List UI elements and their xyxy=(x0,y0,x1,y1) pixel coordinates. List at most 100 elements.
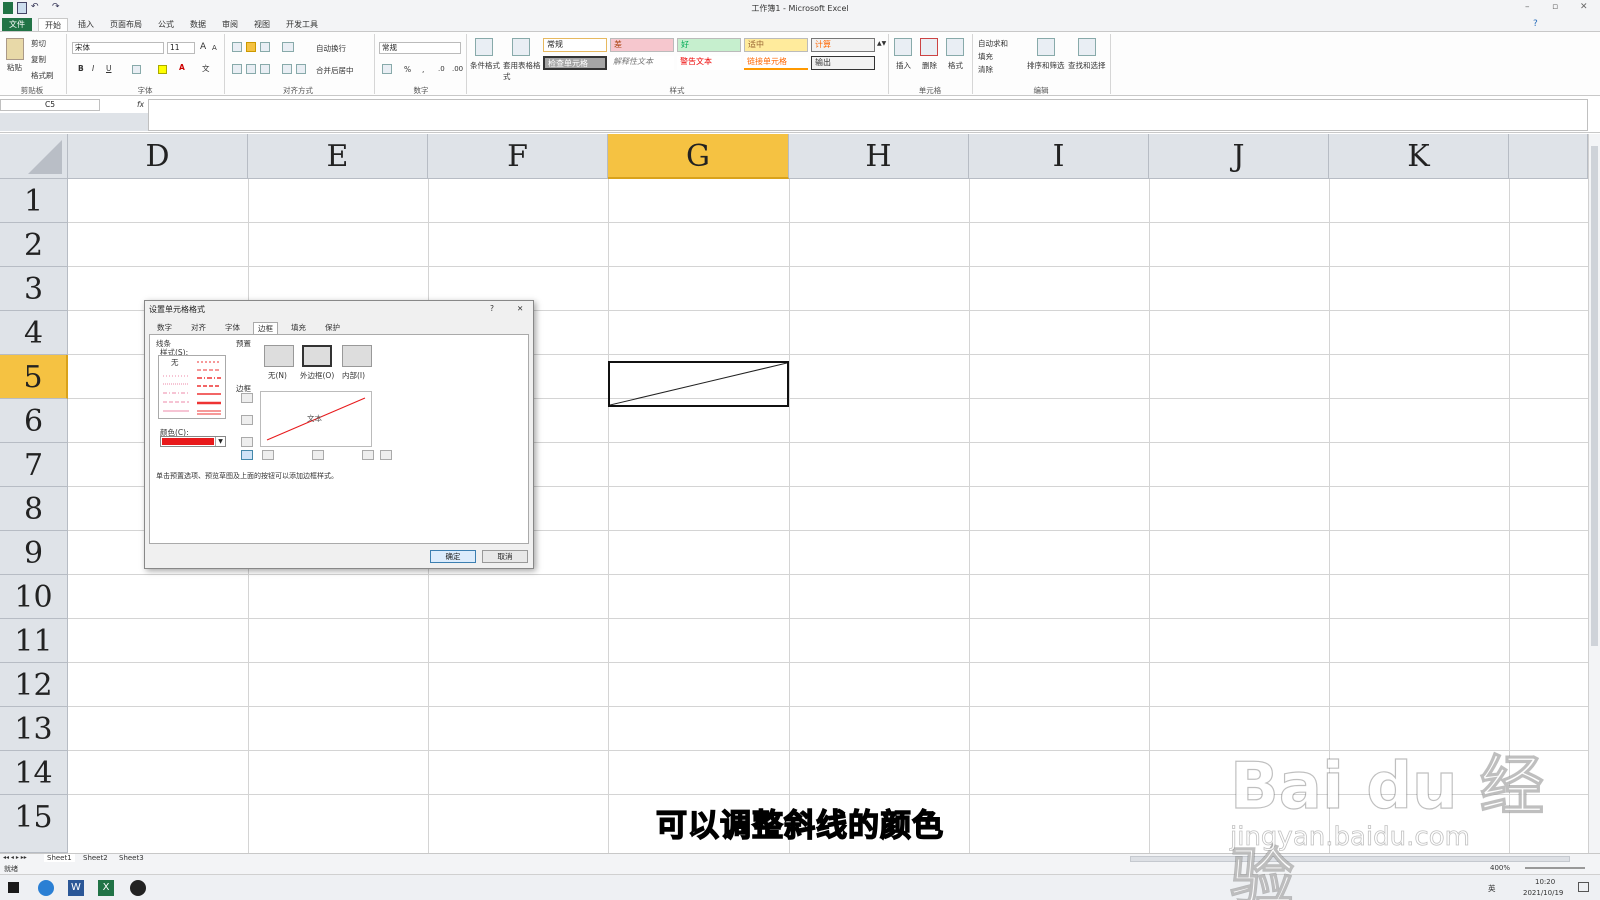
row-header-12[interactable]: 12 xyxy=(0,663,68,707)
minimize-icon[interactable]: – xyxy=(1525,2,1530,12)
app-icon[interactable] xyxy=(130,880,146,896)
format-painter-button[interactable]: 格式刷 xyxy=(31,70,54,81)
format-cells-button[interactable]: 格式 xyxy=(948,60,963,71)
column-header-i[interactable]: I xyxy=(969,134,1149,179)
diagonal-up-button[interactable] xyxy=(241,450,253,460)
style-neutral[interactable]: 适中 xyxy=(744,38,808,52)
tab-alignment[interactable]: 对齐 xyxy=(187,322,210,334)
close-icon[interactable]: ✕ xyxy=(1580,2,1588,12)
column-header-d[interactable]: D xyxy=(68,134,248,179)
restore-icon[interactable]: ▫ xyxy=(1552,2,1558,12)
decrease-indent-icon[interactable] xyxy=(282,64,292,74)
row-header-10[interactable]: 10 xyxy=(0,575,68,619)
increase-indent-icon[interactable] xyxy=(296,64,306,74)
bold-icon[interactable]: B xyxy=(78,64,84,73)
align-bottom-icon[interactable] xyxy=(260,42,270,52)
align-right-icon[interactable] xyxy=(260,64,270,74)
shrink-font-icon[interactable]: A xyxy=(212,44,217,52)
comma-icon[interactable]: , xyxy=(422,65,424,74)
tab-formulas[interactable]: 公式 xyxy=(152,18,180,32)
underline-icon[interactable]: U xyxy=(106,64,112,73)
fx-icon[interactable]: fx xyxy=(137,100,144,109)
tab-developer[interactable]: 开发工具 xyxy=(280,18,324,32)
italic-icon[interactable]: I xyxy=(92,64,94,73)
formula-input[interactable] xyxy=(148,99,1588,131)
border-right-button[interactable] xyxy=(362,450,374,460)
sheet-tab-3[interactable]: Sheet3 xyxy=(116,854,147,862)
tab-insert[interactable]: 插入 xyxy=(72,18,100,32)
column-header-j[interactable]: J xyxy=(1149,134,1329,179)
border-top-button[interactable] xyxy=(241,393,253,403)
preset-none-icon[interactable] xyxy=(264,345,294,367)
diagonal-down-button[interactable] xyxy=(380,450,392,460)
insert-cells-button[interactable]: 插入 xyxy=(896,60,911,71)
tab-number[interactable]: 数字 xyxy=(153,322,176,334)
delete-cells-icon[interactable] xyxy=(920,38,938,56)
align-left-icon[interactable] xyxy=(232,64,242,74)
row-header-14[interactable]: 14 xyxy=(0,751,68,795)
grow-font-icon[interactable]: A xyxy=(200,42,206,52)
style-warning[interactable]: 警告文本 xyxy=(677,56,741,70)
find-select-button[interactable]: 查找和选择 xyxy=(1068,60,1106,71)
clear-button[interactable]: 清除 xyxy=(978,64,993,75)
border-middle-button[interactable] xyxy=(241,415,253,425)
style-good[interactable]: 好 xyxy=(677,38,741,52)
row-header-7[interactable]: 7 xyxy=(0,443,68,487)
line-color-select[interactable]: ▼ xyxy=(160,436,226,447)
style-normal[interactable]: 常规 xyxy=(543,38,607,52)
border-bottom-button[interactable] xyxy=(241,437,253,447)
cancel-button[interactable]: 取消 xyxy=(482,550,528,563)
line-style-list[interactable]: 无 xyxy=(158,355,226,419)
style-output[interactable]: 输出 xyxy=(811,56,875,70)
font-color-icon[interactable]: A xyxy=(179,63,185,72)
format-as-table-icon[interactable] xyxy=(512,38,530,56)
row-header-11[interactable]: 11 xyxy=(0,619,68,663)
sort-filter-button[interactable]: 排序和筛选 xyxy=(1027,60,1065,71)
align-top-icon[interactable] xyxy=(232,42,242,52)
sheet-nav-icon[interactable]: ◂◂ ◂ ▸ ▸▸ xyxy=(3,854,27,861)
preset-inside-label[interactable]: 内部(I) xyxy=(342,370,365,381)
conditional-format-icon[interactable] xyxy=(475,38,493,56)
help-icon[interactable]: ? xyxy=(1533,19,1538,29)
orientation-icon[interactable] xyxy=(282,42,294,52)
style-calculation[interactable]: 计算 xyxy=(811,38,875,52)
chevron-down-icon[interactable]: ▼ xyxy=(215,437,225,446)
style-check-cell[interactable]: 检查单元格 xyxy=(543,56,607,70)
row-header-8[interactable]: 8 xyxy=(0,487,68,531)
tab-fill[interactable]: 填充 xyxy=(287,322,310,334)
row-header-2[interactable]: 2 xyxy=(0,223,68,267)
border-center-button[interactable] xyxy=(312,450,324,460)
style-explanatory[interactable]: 解释性文本 xyxy=(610,56,674,70)
selected-cell-g5[interactable] xyxy=(608,361,789,407)
dialog-close-icon[interactable]: ✕ xyxy=(517,304,523,313)
insert-cells-icon[interactable] xyxy=(894,38,912,56)
row-header-13[interactable]: 13 xyxy=(0,707,68,751)
name-box[interactable]: C5 xyxy=(0,99,100,111)
tab-home[interactable]: 开始 xyxy=(38,18,68,32)
styles-scroll-icon[interactable]: ▲▼ xyxy=(877,40,886,47)
windows-start-icon[interactable] xyxy=(8,882,19,893)
decrease-decimal-icon[interactable]: .00 xyxy=(452,65,463,73)
border-preview[interactable]: 文本 xyxy=(260,391,372,447)
style-bad[interactable]: 差 xyxy=(610,38,674,52)
preset-none-label[interactable]: 无(N) xyxy=(268,370,287,381)
find-select-icon[interactable] xyxy=(1078,38,1096,56)
row-header-4[interactable]: 4 xyxy=(0,311,68,355)
preset-inside-icon[interactable] xyxy=(342,345,372,367)
browser-icon[interactable] xyxy=(38,880,54,896)
autosum-button[interactable]: 自动求和 xyxy=(978,38,1008,49)
font-name-select[interactable]: 宋体 xyxy=(72,42,164,54)
dialog-help-icon[interactable]: ? xyxy=(490,304,494,313)
column-header-e[interactable]: E xyxy=(248,134,428,179)
sheet-tab-1[interactable]: Sheet1 xyxy=(44,854,75,862)
number-format-select[interactable]: 常规 xyxy=(379,42,461,54)
paste-button[interactable]: 粘贴 xyxy=(7,62,22,73)
excel-taskbar-icon[interactable]: X xyxy=(98,880,114,896)
style-linked-cell[interactable]: 链接单元格 xyxy=(744,56,808,70)
sort-filter-icon[interactable] xyxy=(1037,38,1055,56)
tab-file[interactable]: 文件 xyxy=(2,18,32,32)
increase-decimal-icon[interactable]: .0 xyxy=(438,65,445,73)
align-center-icon[interactable] xyxy=(246,64,256,74)
column-header-h[interactable]: H xyxy=(789,134,969,179)
tab-page-layout[interactable]: 页面布局 xyxy=(104,18,148,32)
